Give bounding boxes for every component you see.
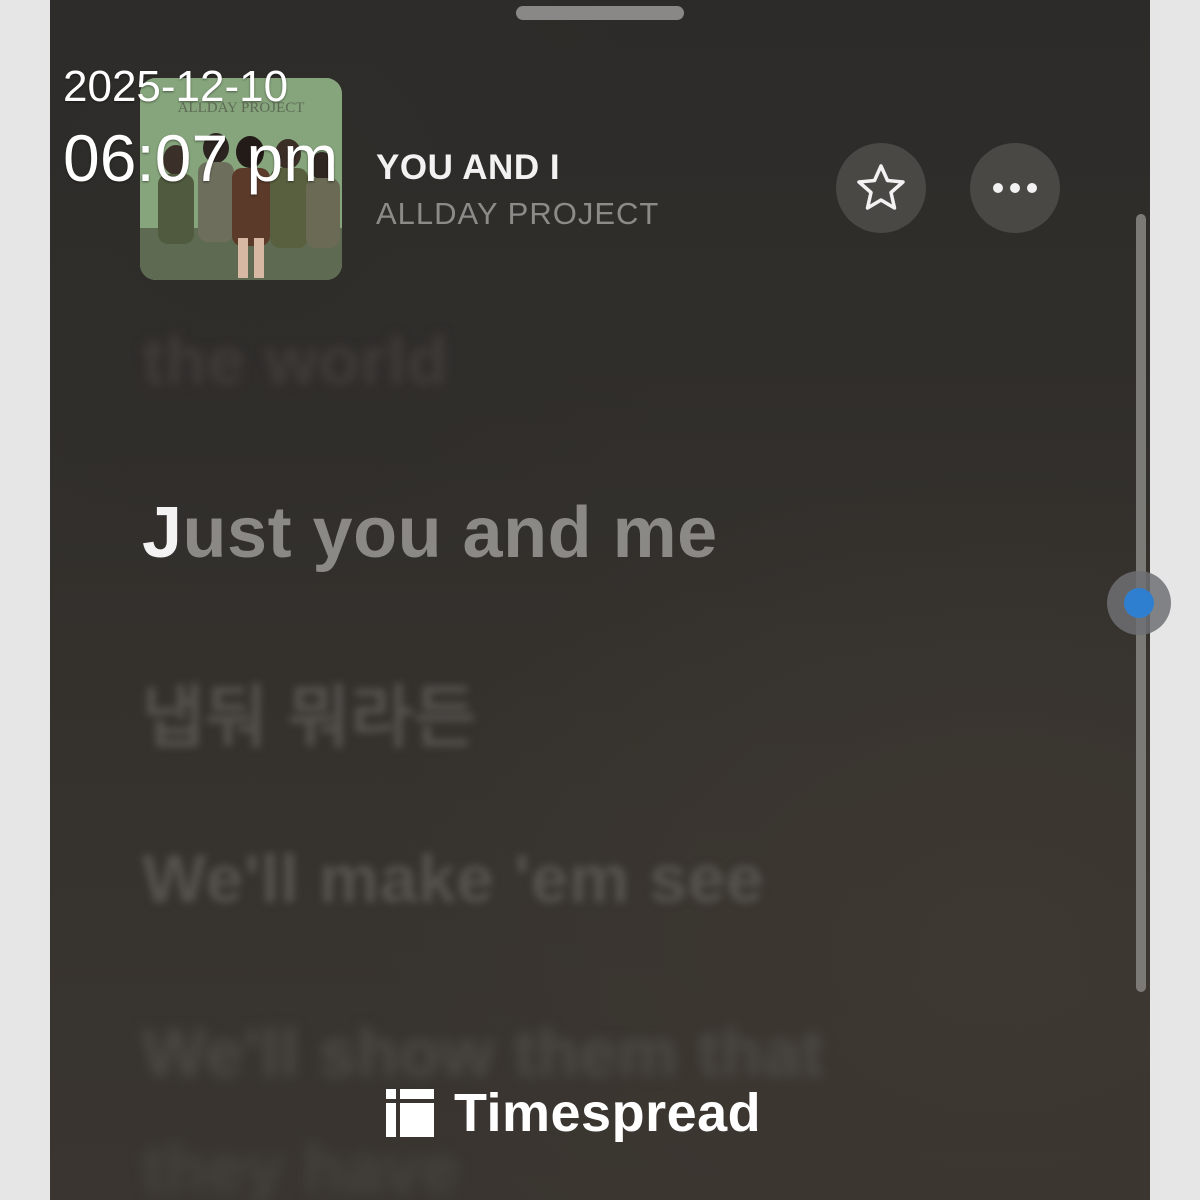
timestamp-date: 2025-12-10 (63, 62, 289, 111)
song-title: YOU AND I (376, 148, 561, 187)
lyric-line-upcoming[interactable]: We'll show them that (142, 1014, 824, 1092)
favorite-button[interactable] (836, 143, 926, 233)
watermark: Timespread (386, 1082, 761, 1144)
lyric-sung-part: J (142, 493, 183, 573)
more-horizontal-icon (993, 183, 1037, 193)
lyric-line-upcoming[interactable]: We'll make 'em see (142, 840, 764, 918)
screen: ALLDAY PROJECT YOU AND I ALLDAY PROJECT (0, 0, 1200, 1200)
star-icon (857, 164, 905, 210)
lyric-line-current[interactable]: Just you and me (142, 492, 718, 574)
timestamp-time: 06:07 pm (63, 121, 339, 195)
timespread-logo-icon (386, 1089, 434, 1137)
lyric-line-past[interactable]: the world (142, 322, 449, 400)
sheet-grabber-handle[interactable] (516, 6, 684, 20)
lyric-unsung-part: ust you and me (182, 493, 718, 573)
watermark-brand: Timespread (454, 1083, 762, 1143)
position-dot (1124, 588, 1154, 618)
song-artist[interactable]: ALLDAY PROJECT (376, 196, 659, 232)
scroll-position-handle[interactable] (1107, 571, 1171, 635)
more-options-button[interactable] (970, 143, 1060, 233)
lyric-line-upcoming[interactable]: 냅둬 뭐라든 (142, 662, 477, 761)
